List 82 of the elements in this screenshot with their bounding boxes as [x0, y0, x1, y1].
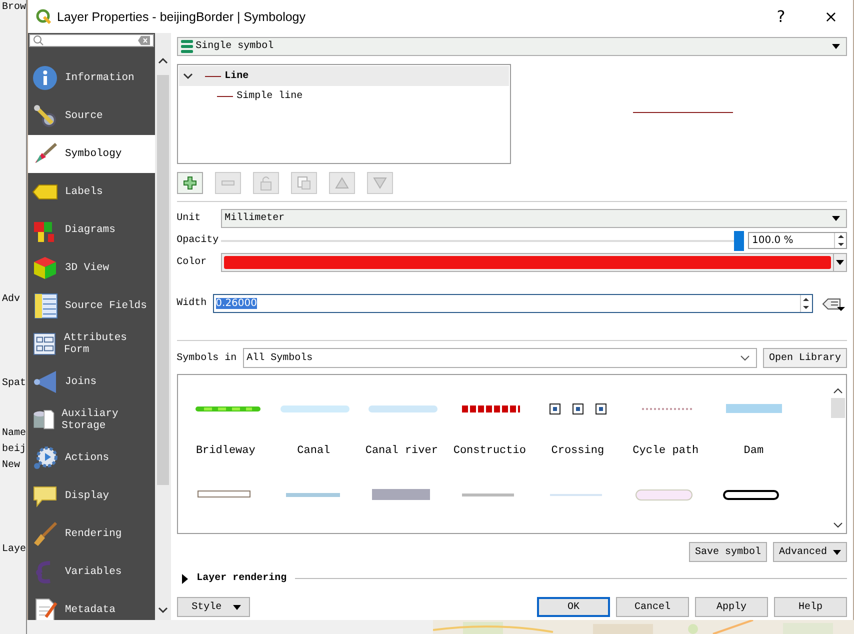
- sidebar-item[interactable]: Joins: [28, 363, 155, 401]
- field-label: Color: [176, 257, 208, 268]
- sidebar-item[interactable]: Attributes Form: [28, 325, 155, 363]
- down-triangle-icon: [372, 175, 388, 191]
- symbol-name: Cycle path: [632, 445, 699, 457]
- panel-label: New: [2, 460, 20, 471]
- scroll-down-icon[interactable]: [158, 606, 168, 614]
- gear-icon: [32, 445, 58, 471]
- opacity-slider[interactable]: [220, 230, 744, 250]
- field-label: Symbols in: [176, 352, 238, 364]
- symbol-name: Crossing: [551, 445, 604, 457]
- cube-icon: [32, 255, 58, 281]
- plus-button[interactable]: [176, 172, 203, 194]
- search-field[interactable]: [29, 34, 154, 47]
- panel-label: Spat: [2, 378, 26, 389]
- unit-dropdown[interactable]: Millimeter: [220, 209, 847, 228]
- dialog-button[interactable]: OK: [537, 597, 610, 617]
- brush-icon: [32, 521, 58, 547]
- symbol-name: Bridleway: [196, 445, 256, 457]
- field-label: Unit: [176, 213, 202, 224]
- save-symbol-button[interactable]: Save symbol: [688, 542, 767, 562]
- padlock-icon: [258, 175, 274, 191]
- scrollbar-thumb[interactable]: [831, 398, 845, 418]
- dialog-button[interactable]: Help: [774, 597, 847, 617]
- sidebar-item[interactable]: Auxiliary Storage: [28, 401, 155, 439]
- form-icon: [32, 331, 57, 357]
- style-button[interactable]: Style: [176, 597, 250, 617]
- advanced-button[interactable]: Advanced: [772, 542, 847, 562]
- panel-label: Adv: [2, 294, 20, 305]
- sidebar-item[interactable]: Variables: [28, 553, 155, 591]
- scrollbar-thumb[interactable]: [156, 75, 169, 485]
- sidebar-item[interactable]: Source Fields: [28, 287, 155, 325]
- dialog-button[interactable]: Apply: [695, 597, 768, 617]
- clear-icon[interactable]: [138, 36, 150, 45]
- sidebar-item[interactable]: 3D View: [28, 249, 155, 287]
- renderer-dropdown[interactable]: Single symbol: [176, 37, 847, 56]
- chevron-icon: [740, 355, 750, 361]
- help-button[interactable]: ?: [759, 0, 803, 33]
- opacity-spinbox[interactable]: 100.0 %: [748, 232, 847, 249]
- chevron-icon[interactable]: [182, 72, 193, 80]
- scroll-up-icon[interactable]: [833, 387, 843, 395]
- sidebar-item[interactable]: Diagrams: [28, 211, 155, 249]
- plus-icon: [182, 175, 198, 191]
- scroll-down-icon[interactable]: [833, 521, 843, 529]
- info-icon: [32, 65, 58, 91]
- search-icon: [33, 35, 44, 46]
- section-header[interactable]: Layer rendering: [196, 573, 287, 584]
- sidebar-item[interactable]: Labels: [28, 173, 155, 211]
- symbol-name: Dam: [744, 445, 764, 457]
- symbol-name: Canal: [297, 445, 330, 457]
- sidebar-item[interactable]: Actions: [28, 439, 155, 477]
- sidebar-item[interactable]: Information: [28, 59, 155, 97]
- panel-label: beij: [2, 444, 26, 455]
- window-title: Layer Properties - beijingBorder | Symbology: [57, 10, 307, 24]
- tree-row[interactable]: Line: [178, 66, 509, 86]
- symbol-group-dropdown[interactable]: All Symbols: [242, 348, 757, 368]
- color-button[interactable]: [220, 253, 834, 272]
- up-triangle-icon: [334, 175, 350, 191]
- data-defined-icon[interactable]: [822, 296, 846, 312]
- copy-icon: [296, 175, 312, 191]
- symbol-name: Constructio: [453, 445, 526, 457]
- table-icon: [32, 293, 58, 319]
- slider-handle[interactable]: [734, 230, 744, 250]
- field-label: Width: [176, 298, 208, 309]
- panel-label: Name: [2, 428, 26, 439]
- sidebar-item[interactable]: Symbology: [28, 135, 155, 173]
- symbol-name: Canal river: [365, 445, 438, 457]
- open-library-button[interactable]: Open Library: [762, 348, 847, 368]
- stack-icon: [180, 40, 193, 53]
- sidebar-item[interactable]: Display: [28, 477, 155, 515]
- expand-arrow-icon[interactable]: [180, 574, 189, 584]
- width-field[interactable]: 0.26000: [212, 294, 813, 313]
- panel-label: Brow: [2, 2, 26, 13]
- panel-label: Laye: [2, 544, 26, 555]
- field-label: Opacity: [176, 235, 220, 246]
- close-button[interactable]: ×: [809, 0, 853, 33]
- app-logo-icon: [36, 9, 51, 24]
- sidebar-item[interactable]: Rendering: [28, 515, 155, 553]
- scroll-up-icon[interactable]: [158, 57, 168, 65]
- sidebar-item[interactable]: Source: [28, 97, 155, 135]
- dialog-button[interactable]: Cancel: [616, 597, 689, 617]
- tree-row[interactable]: Simple line: [178, 86, 509, 106]
